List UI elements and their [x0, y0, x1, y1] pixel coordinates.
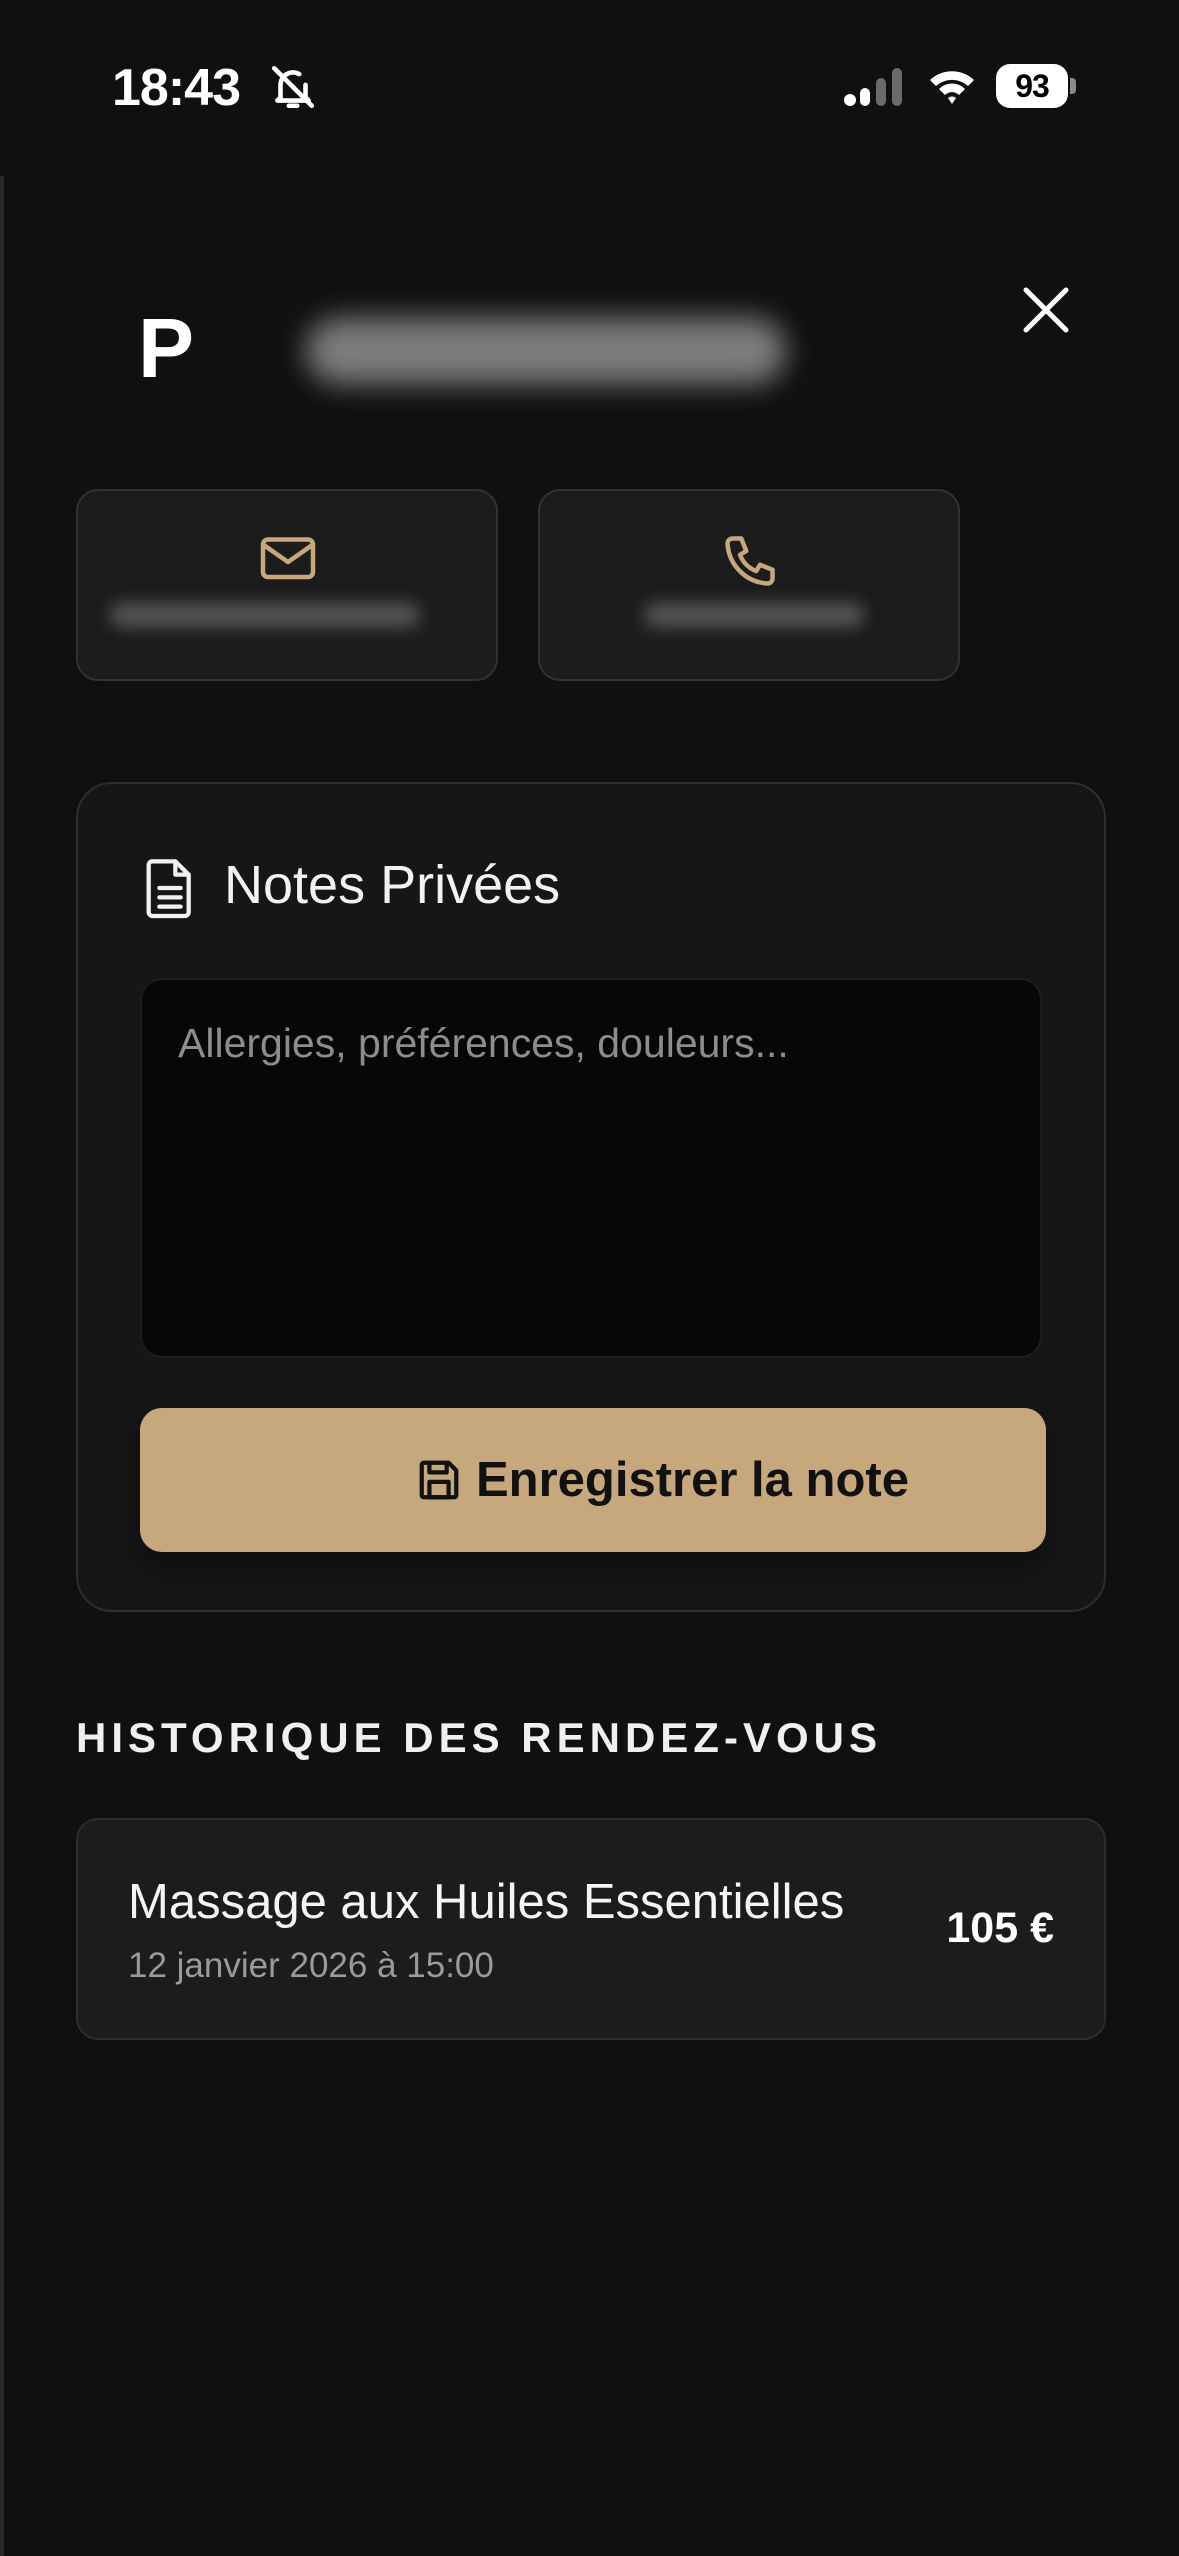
- signal-icon: [844, 68, 902, 106]
- client-name-redacted: [306, 318, 786, 384]
- appointment-service: Massage aux Huiles Essentielles: [128, 1875, 845, 1929]
- notes-textarea[interactable]: [140, 978, 1042, 1358]
- phone-button[interactable]: [538, 489, 960, 681]
- notes-title: Notes Privées: [224, 855, 561, 915]
- wifi-icon: [930, 71, 974, 104]
- phone-icon: [725, 536, 775, 586]
- mail-icon: [260, 537, 316, 580]
- client-initial: P: [138, 301, 195, 395]
- appointment-price: 105 €: [946, 1904, 1054, 1952]
- close-icon[interactable]: [1010, 274, 1082, 346]
- sheet-edge: [0, 176, 4, 2556]
- battery-level: 93: [996, 64, 1068, 108]
- private-notes-card: Notes Privées Enregistrer la note: [76, 782, 1106, 1612]
- status-time: 18:43: [112, 59, 241, 117]
- appointment-date: 12 janvier 2026 à 15:00: [128, 1946, 494, 1985]
- bell-slash-icon: [271, 65, 315, 109]
- email-redacted: [110, 603, 420, 627]
- email-button[interactable]: [76, 489, 498, 681]
- save-note-button[interactable]: Enregistrer la note: [140, 1408, 1046, 1552]
- battery-icon: 93: [996, 64, 1076, 108]
- save-icon: [419, 1460, 459, 1500]
- save-note-label: Enregistrer la note: [476, 1453, 909, 1507]
- phone-redacted: [644, 603, 864, 627]
- history-section-title: HISTORIQUE DES RENDEZ-VOUS: [76, 1714, 882, 1761]
- appointment-item[interactable]: Massage aux Huiles Essentielles 12 janvi…: [76, 1818, 1106, 2040]
- document-icon: [146, 859, 191, 919]
